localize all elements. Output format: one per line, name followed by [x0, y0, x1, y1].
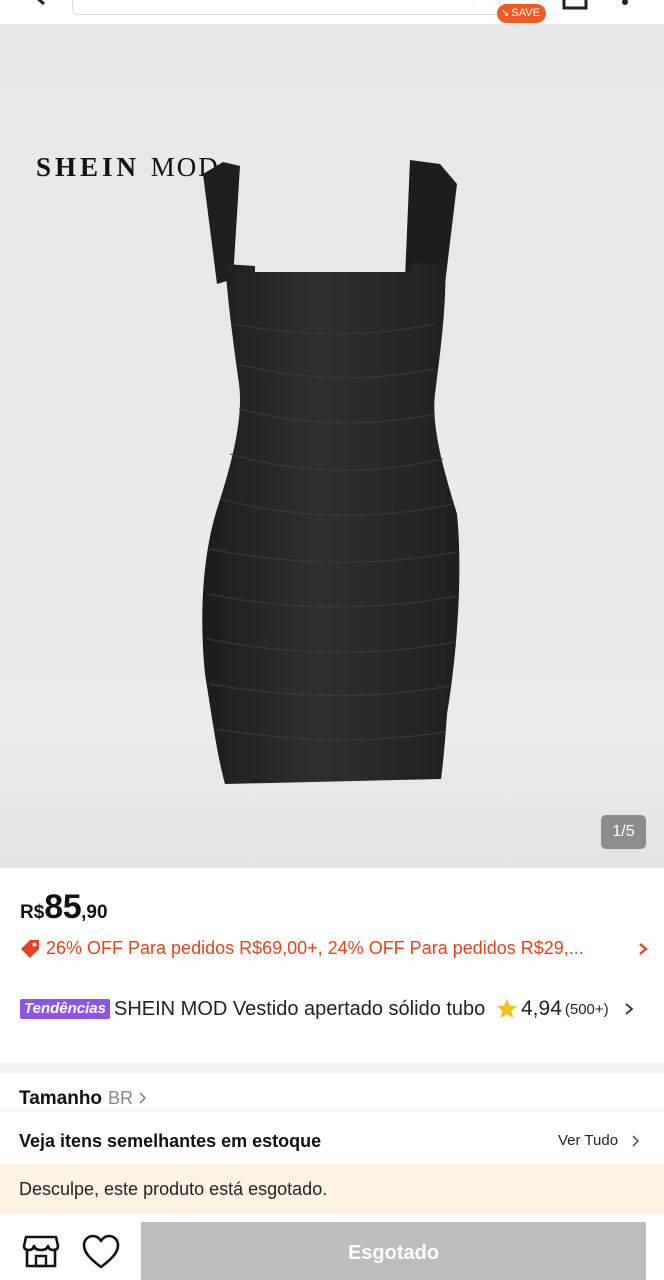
similar-items-bar[interactable]: Veja itens semelhantes em estoque Ver Tu…	[0, 1112, 664, 1164]
price-tag-icon	[21, 939, 39, 958]
price-decimal: ,90	[81, 902, 108, 923]
rating-count: (500+)	[564, 1000, 609, 1018]
product-title-text: SHEIN MOD Vestido apertado sólido tubo	[113, 998, 486, 1020]
rating-summary[interactable]: 4,94 (500+)	[496, 997, 635, 1021]
section-divider	[0, 1063, 664, 1073]
size-label: Tamanho	[19, 1088, 103, 1109]
chevron-right-icon	[632, 1135, 640, 1147]
size-selector[interactable]: Tamanho BR	[19, 1088, 147, 1110]
chevron-right-icon	[625, 1003, 634, 1015]
soldout-button[interactable]: Esgotado	[141, 1222, 646, 1280]
star-icon	[497, 999, 517, 1018]
save-badge[interactable]: ↘ SAVE	[497, 4, 546, 23]
soldout-notice: Desculpe, este produto está esgotado.	[0, 1164, 664, 1214]
brand-logo-main: SHEIN	[36, 152, 141, 182]
chevron-right-icon	[639, 942, 648, 955]
similar-items-label: Veja itens semelhantes em estoque	[19, 1131, 322, 1151]
bag-icon[interactable]	[562, 0, 588, 10]
product-image	[202, 160, 460, 784]
more-icon[interactable]	[620, 0, 630, 8]
chevron-down-icon	[473, 0, 475, 1]
save-badge-label: SAVE	[511, 7, 540, 19]
store-icon[interactable]	[22, 1233, 60, 1269]
search-input[interactable]	[72, 0, 500, 15]
heart-icon[interactable]	[81, 1234, 121, 1270]
promo-text: 26% OFF Para pedidos R$69,00+, 24% OFF P…	[46, 938, 584, 958]
product-price: R$ 85 ,90	[20, 888, 108, 927]
product-gallery[interactable]: SHEIN MOD 1/5	[0, 24, 664, 868]
promo-banner[interactable]: 26% OFF Para pedidos R$69,00+, 24% OFF P…	[20, 938, 650, 959]
soldout-notice-text: Desculpe, este produto está esgotado.	[19, 1179, 328, 1199]
brand-logo: SHEIN MOD	[36, 152, 220, 183]
product-title: Tendências SHEIN MOD Vestido apertado sól…	[20, 996, 490, 1022]
image-counter: 1/5	[601, 815, 646, 849]
view-all-link[interactable]: Ver Tudo	[558, 1132, 618, 1149]
top-bar: ↘ SAVE	[0, 0, 664, 24]
back-icon[interactable]	[30, 0, 52, 8]
bottom-action-bar: Esgotado	[0, 1214, 664, 1280]
price-integer: 85	[44, 888, 82, 926]
chevron-right-icon	[139, 1092, 147, 1104]
trend-badge[interactable]: Tendências	[20, 999, 110, 1019]
price-currency: R$	[20, 902, 45, 923]
size-unit[interactable]: BR	[108, 1088, 133, 1109]
trend-down-icon: ↘	[501, 8, 510, 19]
rating-score: 4,94	[521, 997, 562, 1020]
